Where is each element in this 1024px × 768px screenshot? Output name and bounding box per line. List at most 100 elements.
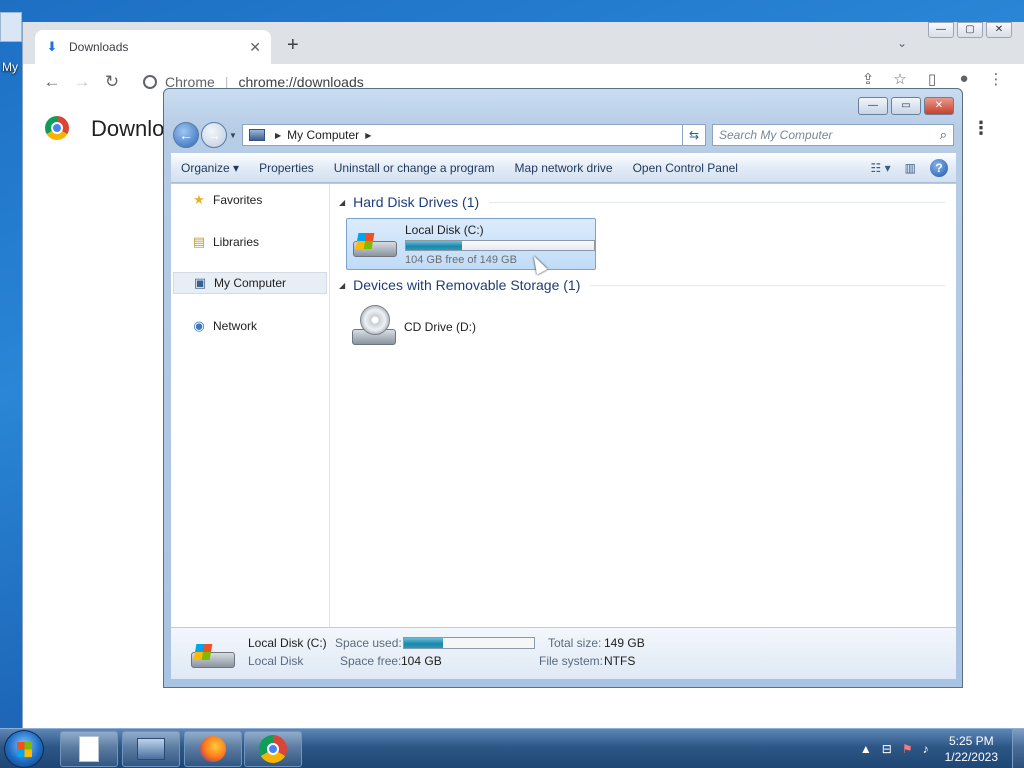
forward-button[interactable]: →	[201, 122, 227, 148]
bookmark-star-icon[interactable]: ☆	[884, 70, 916, 88]
star-icon: ★	[193, 192, 205, 207]
chrome-site-icon	[143, 75, 157, 89]
new-tab-button[interactable]: +	[287, 34, 299, 57]
nav-item-label: Network	[213, 319, 258, 333]
address-bar[interactable]: ▶ My Computer ▶ ▼	[242, 124, 706, 146]
drive-cd-d[interactable]: CD Drive (D:)	[346, 301, 596, 353]
content-pane: ◢ Hard Disk Drives (1) Local Disk (C:) 1…	[331, 184, 956, 627]
change-view-icon[interactable]: ☷ ▾	[871, 161, 891, 175]
explorer-body: ★ Favorites ▤ Libraries ▣ My Computer ◉ …	[171, 184, 956, 627]
uninstall-button[interactable]: Uninstall or change a program	[324, 153, 505, 183]
space-used-label: Space used:	[335, 636, 402, 650]
explorer-minimize-button[interactable]: —	[858, 97, 888, 115]
nav-item-label: My Computer	[214, 276, 287, 290]
breadcrumb-my-computer[interactable]: My Computer	[287, 128, 359, 142]
recent-pages-dropdown-icon[interactable]: ▼	[229, 131, 237, 140]
file-system-value: NTFS	[604, 654, 636, 668]
taskbar-chrome[interactable]	[244, 731, 302, 767]
side-panel-icon[interactable]: ▯	[916, 70, 948, 88]
map-network-drive-button[interactable]: Map network drive	[505, 153, 623, 183]
search-input[interactable]: Search My Computer ⌕	[712, 124, 954, 146]
group-header-removable-storage[interactable]: ◢ Devices with Removable Storage (1)	[339, 277, 945, 293]
search-icon[interactable]: ⌕	[940, 127, 947, 143]
command-bar: Organize ▾ Properties Uninstall or chang…	[171, 153, 956, 183]
collapse-triangle-icon[interactable]: ◢	[339, 198, 345, 207]
close-button[interactable]: ✕	[986, 22, 1012, 38]
profile-icon[interactable]: ●	[948, 70, 980, 88]
drive-name: Local Disk (C:)	[405, 222, 484, 237]
taskbar-firefox[interactable]	[184, 731, 242, 767]
chrome-tabbar: ⬇ Downloads ✕ + ⌄ — ▢ ✕	[23, 22, 1024, 64]
cd-drive-icon	[350, 303, 398, 351]
close-tab-icon[interactable]: ✕	[249, 39, 261, 56]
nav-item-my-computer[interactable]: ▣ My Computer	[173, 272, 327, 294]
nav-item-network[interactable]: ◉ Network	[173, 315, 327, 337]
chrome-window-controls: — ▢ ✕	[925, 22, 1012, 38]
refresh-button[interactable]: ⇆	[682, 124, 706, 146]
show-desktop-button[interactable]	[1012, 729, 1024, 768]
total-size-value: 149 GB	[604, 636, 645, 650]
download-icon: ⬇	[46, 39, 58, 54]
clock[interactable]: 5:25 PM 1/22/2023	[945, 733, 998, 765]
breadcrumb-chevron-icon[interactable]: ▶	[365, 131, 371, 140]
forward-arrow-icon[interactable]: →	[67, 72, 97, 92]
taskbar-my-computer[interactable]	[122, 731, 180, 767]
share-icon[interactable]: ⇪	[852, 70, 884, 88]
system-tray: ▲ ⊟ ⚑ ♪ 5:25 PM 1/22/2023	[860, 729, 1024, 768]
preview-pane-icon[interactable]: ▥	[905, 161, 916, 175]
network-icon: ◉	[193, 318, 205, 333]
libraries-icon: ▤	[192, 234, 206, 249]
group-header-hard-disk-drives[interactable]: ◢ Hard Disk Drives (1)	[339, 194, 945, 210]
clock-date: 1/22/2023	[944, 750, 998, 764]
breadcrumb-chevron-icon[interactable]: ▶	[275, 131, 281, 140]
nav-item-label: Libraries	[213, 235, 260, 249]
network-icon[interactable]: ⊟	[882, 742, 892, 756]
group-title: Hard Disk Drives (1)	[353, 194, 480, 210]
tab-title: Downloads	[69, 40, 129, 54]
drive-free-space: 104 GB free of 149 GB	[405, 253, 517, 266]
nav-item-libraries[interactable]: ▤ Libraries	[173, 231, 327, 253]
hard-drive-icon	[189, 638, 237, 672]
group-divider	[489, 201, 945, 203]
explorer-window-controls: — ▭ ✕	[855, 97, 954, 115]
help-icon[interactable]: ?	[930, 159, 948, 177]
collapse-triangle-icon[interactable]: ◢	[339, 281, 345, 290]
tab-search-chevron-icon[interactable]: ⌄	[897, 36, 907, 50]
details-usage-fill	[404, 638, 443, 648]
maximize-button[interactable]: ▢	[957, 22, 983, 38]
drive-local-disk-c[interactable]: Local Disk (C:) 104 GB free of 149 GB	[346, 218, 596, 270]
downloads-menu-icon[interactable]: ⋮	[972, 118, 990, 139]
back-arrow-icon[interactable]: ←	[37, 72, 67, 92]
computer-icon	[137, 738, 165, 760]
firefox-icon	[200, 736, 226, 762]
show-hidden-icons-icon[interactable]: ▲	[860, 742, 872, 756]
organize-label: Organize	[181, 161, 230, 175]
desktop-icon[interactable]	[0, 12, 22, 42]
back-button[interactable]: ←	[173, 122, 199, 148]
volume-icon[interactable]: ♪	[923, 742, 929, 756]
search-placeholder: Search My Computer	[719, 128, 833, 142]
minimize-button[interactable]: —	[928, 22, 954, 38]
page-title: Downlo	[91, 116, 165, 141]
space-free-label: Space free:	[340, 654, 402, 668]
start-button[interactable]	[4, 730, 44, 768]
organize-button[interactable]: Organize ▾	[171, 153, 249, 183]
explorer-window: — ▭ ✕ ← → ▼ ▶ My Computer ▶ ▼ ⇆ Search M…	[163, 88, 963, 688]
reload-icon[interactable]: ↻	[97, 72, 127, 92]
open-control-panel-button[interactable]: Open Control Panel	[623, 153, 748, 183]
action-center-icon[interactable]: ⚑	[902, 742, 913, 756]
taskbar-file-explorer[interactable]	[60, 731, 118, 767]
group-title: Devices with Removable Storage (1)	[353, 277, 581, 293]
tab-downloads[interactable]: ⬇ Downloads ✕	[35, 30, 271, 64]
toolbar-actions: ⇪ ☆ ▯ ● ⋮	[852, 70, 1012, 88]
explorer-close-button[interactable]: ✕	[924, 97, 954, 115]
explorer-maximize-button[interactable]: ▭	[891, 97, 921, 115]
clock-time: 5:25 PM	[948, 734, 994, 748]
properties-button[interactable]: Properties	[249, 153, 324, 183]
desktop-icon-label: My	[2, 60, 18, 74]
details-drive-type: Local Disk	[248, 654, 304, 668]
space-free-value: 104 GB	[401, 654, 442, 668]
computer-icon	[249, 129, 265, 141]
nav-item-favorites[interactable]: ★ Favorites	[173, 189, 327, 211]
menu-kebab-icon[interactable]: ⋮	[980, 70, 1012, 88]
